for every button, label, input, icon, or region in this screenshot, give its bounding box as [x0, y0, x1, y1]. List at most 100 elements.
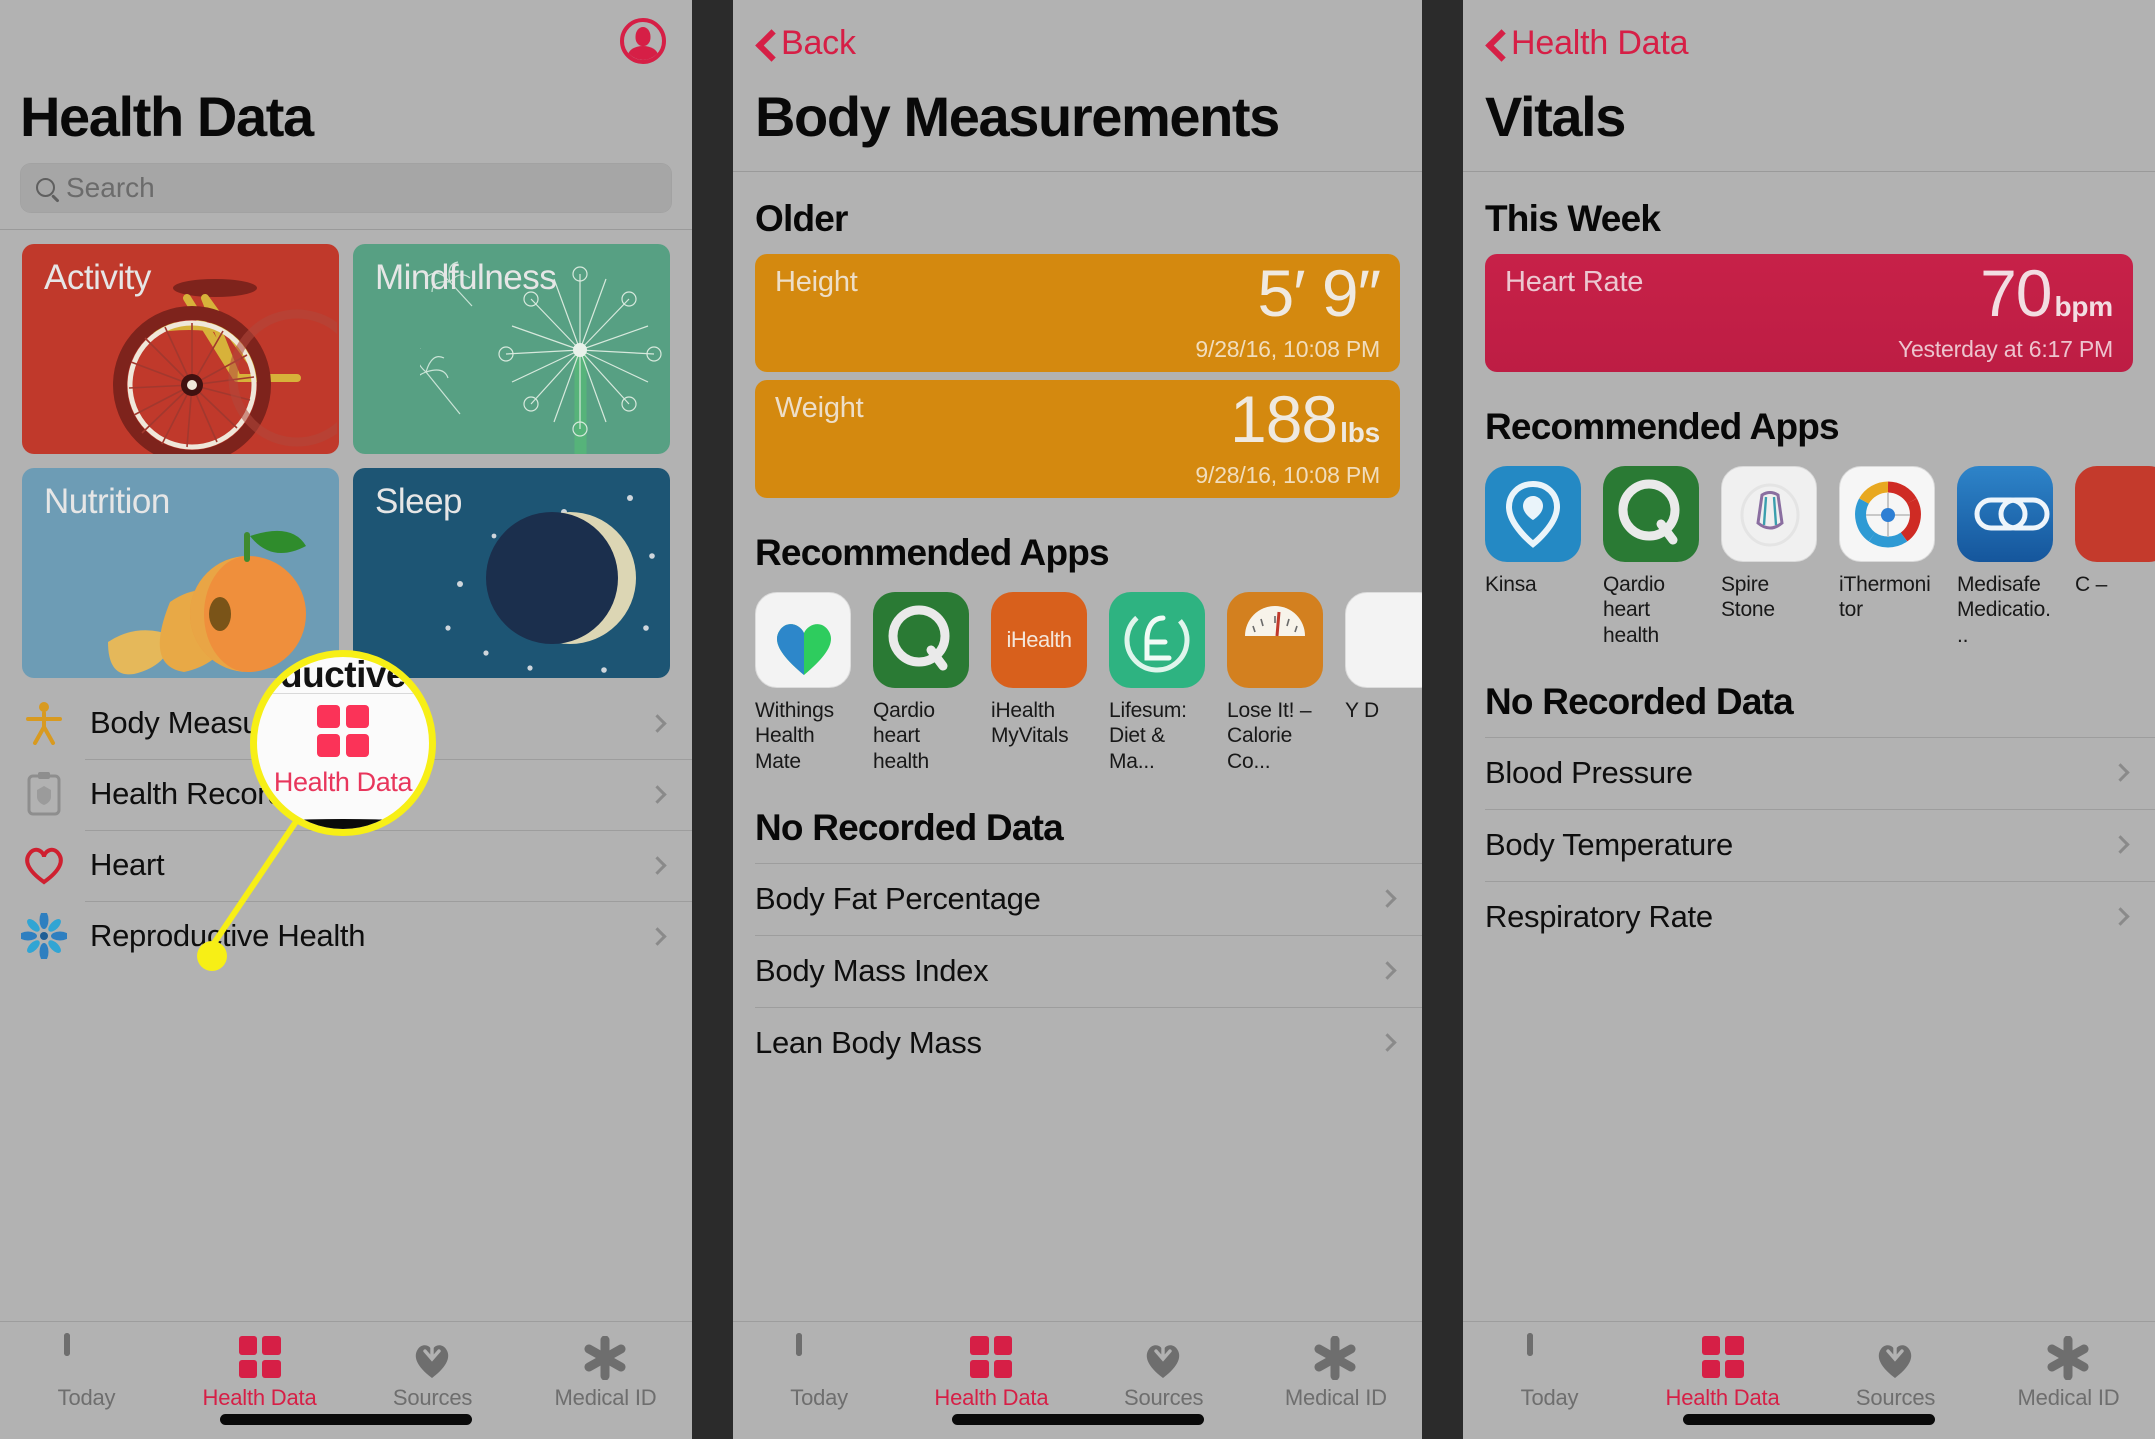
tile-mindfulness[interactable]: Mindfulness [353, 243, 670, 454]
body-figure-icon [20, 699, 68, 747]
list-item[interactable]: Blood Pressure [1463, 736, 2155, 809]
app-item[interactable]: iHealth iHealth MyVitals [991, 591, 1087, 775]
tab-medical-id[interactable]: Medical ID [519, 1335, 692, 1411]
tab-today[interactable]: Today [1463, 1333, 1636, 1411]
tab-sources[interactable]: Sources [1078, 1334, 1250, 1411]
list-item[interactable]: Reproductive Health [0, 900, 692, 972]
health-data-grid-icon [968, 1336, 1014, 1378]
body-measurements-scroll-area[interactable]: Older Height 5′ 9″ 9/28/16, 10:08 PM Wei… [733, 172, 1422, 1321]
callout-label: Health Data [273, 766, 413, 797]
list-item-label: Reproductive Health [90, 918, 366, 954]
chevron-right-icon [1378, 961, 1397, 980]
panel-vitals: Health Data Vitals This Week Heart Rate … [1463, 0, 2155, 1439]
page-title: Health Data [20, 85, 314, 148]
app-item[interactable]: iThermonitor [1839, 465, 1935, 649]
health-data-grid-icon [1700, 1336, 1746, 1378]
partial-app-icon [2075, 465, 2155, 562]
list-item[interactable]: Body Fat Percentage [733, 862, 1422, 935]
app-item[interactable]: Y D [1345, 591, 1422, 775]
search-bar-container: Search [0, 149, 692, 229]
tab-health-data[interactable]: Health Data [1636, 1336, 1809, 1411]
data-card-height[interactable]: Height 5′ 9″ 9/28/16, 10:08 PM [755, 253, 1400, 372]
search-icon [36, 178, 55, 198]
section-header-older: Older [755, 197, 848, 239]
chevron-left-icon [1487, 31, 1502, 57]
back-button-label: Back [781, 24, 856, 62]
chevron-right-icon [1378, 889, 1397, 908]
list-item[interactable]: Body Temperature [1463, 808, 2155, 881]
vitals-scroll-area[interactable]: This Week Heart Rate 70 bpm Yesterday at… [1463, 172, 2155, 1321]
tile-nutrition[interactable]: Nutrition [22, 467, 339, 678]
back-button[interactable]: Back [757, 24, 856, 63]
app-item[interactable]: Lifesum: Diet & Ma... [1109, 591, 1205, 775]
chevron-right-icon [648, 714, 667, 733]
peach-icon [108, 530, 306, 675]
list-item-label: Body Temperature [1485, 826, 1733, 862]
profile-head-shape [635, 27, 651, 46]
app-item[interactable]: Kinsa [1485, 465, 1581, 649]
tab-label: Health Data [1665, 1385, 1780, 1410]
callout-divider [271, 693, 415, 694]
tab-health-data[interactable]: Health Data [173, 1336, 346, 1411]
ithermonitor-dial-icon [1839, 465, 1935, 562]
tab-sources[interactable]: Sources [346, 1334, 519, 1411]
callout-home-indicator [257, 819, 429, 829]
app-item[interactable]: Lose It! – Calorie Co... [1227, 591, 1323, 775]
card-value: 188 [1230, 381, 1338, 456]
recommended-apps-strip[interactable]: Withings Health Mate Qardio heart health… [733, 588, 1422, 781]
tab-medical-id[interactable]: Medical ID [1982, 1335, 2155, 1411]
app-name: iThermonitor [1839, 572, 1931, 622]
list-item[interactable]: Body Mass Index [733, 934, 1422, 1007]
no-recorded-data-list: Body Fat Percentage Body Mass Index Lean… [733, 862, 1422, 1079]
nav-bar-body-measurements: Back [733, 0, 1422, 92]
app-item[interactable]: C – [2075, 465, 2155, 649]
data-card-heart-rate[interactable]: Heart Rate 70 bpm Yesterday at 6:17 PM [1485, 253, 2133, 372]
heart-arrow-icon [1873, 1334, 1919, 1378]
tab-today[interactable]: Today [0, 1333, 173, 1411]
list-item[interactable]: Lean Body Mass [733, 1006, 1422, 1079]
tab-today[interactable]: Today [733, 1333, 905, 1411]
app-name: Spire Stone [1721, 572, 1775, 622]
search-input[interactable]: Search [20, 162, 672, 213]
moon-icon [445, 494, 655, 673]
profile-body-shape [628, 46, 658, 60]
recommended-apps-strip[interactable]: Kinsa Qardio heart health Spire Stone iT… [1463, 462, 2155, 655]
chevron-right-icon [2111, 907, 2130, 926]
heart-icon [20, 841, 68, 889]
tab-medical-id[interactable]: Medical ID [1250, 1335, 1422, 1411]
category-tiles-grid: Activity Mindfulness Nutrition Sleep [0, 230, 692, 688]
list-item[interactable]: Heart [0, 829, 692, 901]
tab-label: Medical ID [2017, 1385, 2120, 1410]
tab-label: Medical ID [554, 1385, 657, 1410]
panel-separator-1 [692, 0, 733, 1439]
tab-label: Today [1520, 1385, 1579, 1410]
chevron-right-icon [1378, 1033, 1397, 1052]
profile-icon[interactable] [620, 18, 666, 64]
heart-arrow-icon [410, 1334, 456, 1378]
clipboard-icon [20, 770, 68, 818]
tab-label: Health Data [202, 1385, 317, 1410]
app-item[interactable]: Qardio heart health [1603, 465, 1699, 649]
app-item[interactable]: Spire Stone [1721, 465, 1817, 649]
app-name: iHealth MyVitals [991, 698, 1069, 748]
home-indicator [951, 1414, 1204, 1425]
app-item[interactable]: Medisafe Medicatio... [1957, 465, 2053, 649]
app-item[interactable]: Qardio heart health [873, 591, 969, 775]
list-item-label: Body Fat Percentage [755, 880, 1041, 916]
section-header-recommended-apps: Recommended Apps [755, 531, 1110, 573]
home-indicator [1683, 1414, 1935, 1425]
tab-sources[interactable]: Sources [1809, 1334, 1982, 1411]
app-item[interactable]: Withings Health Mate [755, 591, 851, 775]
qardio-q-icon [1603, 465, 1699, 562]
withings-heart-icon [755, 591, 851, 688]
tile-sleep[interactable]: Sleep [353, 467, 670, 678]
app-name: Withings Health Mate [755, 698, 834, 773]
tab-label: Medical ID [1284, 1385, 1387, 1410]
data-card-weight[interactable]: Weight 188 lbs 9/28/16, 10:08 PM [755, 379, 1400, 498]
list-item[interactable]: Respiratory Rate [1463, 880, 2155, 953]
back-button[interactable]: Health Data [1487, 24, 1689, 63]
asterisk-icon [2046, 1335, 2092, 1381]
tile-activity[interactable]: Activity [22, 243, 339, 454]
title-spacer [1463, 149, 2155, 171]
tab-health-data[interactable]: Health Data [905, 1336, 1077, 1411]
